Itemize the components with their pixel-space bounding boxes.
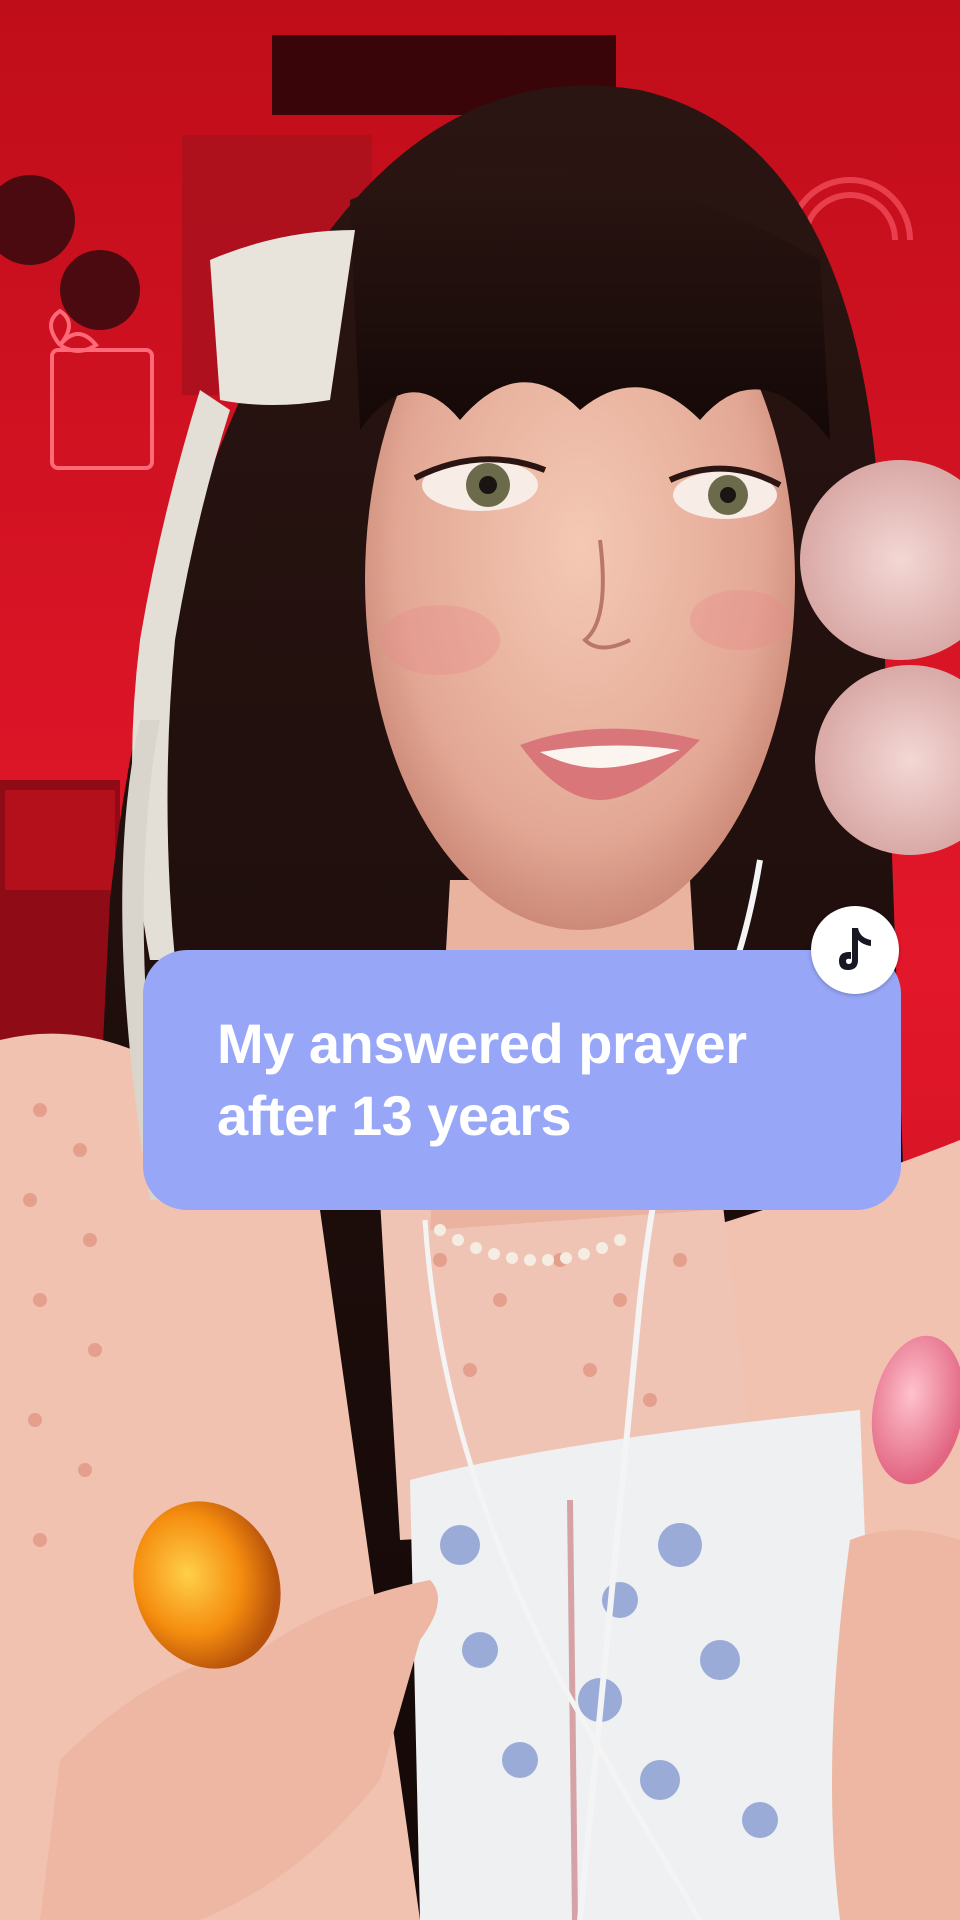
tiktok-logo-badge: [811, 906, 899, 994]
tiktok-logo-icon: [839, 928, 871, 970]
caption-line-1: My answered prayer: [217, 1012, 747, 1075]
video-frame[interactable]: My answered prayer after 13 years: [0, 0, 960, 1920]
caption-line-2: after 13 years: [217, 1084, 572, 1147]
caption-bubble: My answered prayer after 13 years: [143, 950, 901, 1210]
